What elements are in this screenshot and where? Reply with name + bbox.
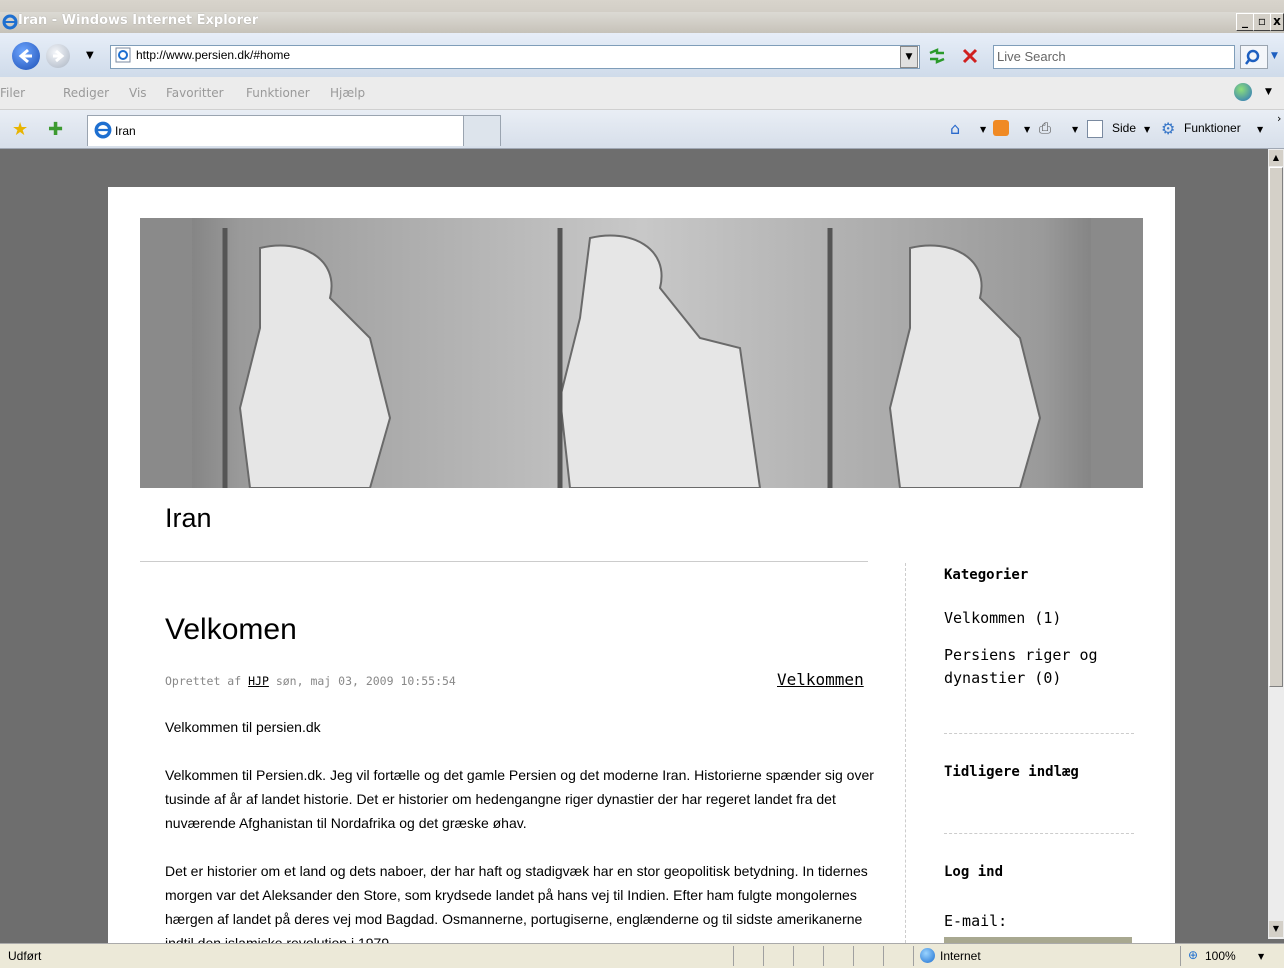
tab-ie-icon	[94, 121, 112, 143]
tab-iran[interactable]	[87, 115, 464, 146]
status-bar	[0, 943, 1284, 968]
menu-item-hjaelp[interactable]: Hjælp	[330, 86, 365, 100]
chevron-right-icon[interactable]: ›	[1277, 112, 1281, 125]
status-pane-divider	[823, 946, 824, 966]
email-label: E-mail:	[944, 912, 1008, 930]
url-text[interactable]: http://www.persien.dk/#home	[136, 48, 290, 62]
menu-item-rediger[interactable]: Rediger	[63, 86, 109, 100]
address-dropdown-icon[interactable]: ▼	[900, 46, 918, 68]
security-zone[interactable]: Internet	[940, 949, 981, 963]
menu-item-filer[interactable]: Filer	[0, 86, 25, 100]
feeds-icon[interactable]	[993, 120, 1009, 136]
add-favorite-icon[interactable]: ✚	[48, 119, 63, 140]
print-icon[interactable]: ⎙	[1039, 119, 1051, 137]
post-title[interactable]: Velkomen	[165, 613, 297, 647]
sidebar-divider	[905, 563, 906, 943]
page-menu-label[interactable]: Side	[1112, 121, 1136, 135]
history-dropdown-icon[interactable]: ▼	[86, 50, 94, 61]
status-pane-divider	[883, 946, 884, 966]
post-paragraph: Velkommen til persien.dk	[165, 719, 321, 735]
page-menu-dropdown-icon[interactable]: ▼	[1144, 125, 1150, 134]
gear-icon: ⚙	[1161, 119, 1176, 138]
search-icon	[1245, 49, 1260, 65]
addon-dropdown-icon[interactable]: ▼	[1265, 87, 1272, 97]
addon-icon[interactable]	[1234, 83, 1252, 101]
scrollbar-thumb[interactable]	[1269, 167, 1283, 687]
tools-menu-label[interactable]: Funktioner	[1184, 121, 1241, 135]
ie-logo-icon	[2, 14, 18, 34]
menu-item-funktioner[interactable]: Funktioner	[246, 86, 310, 100]
site-title[interactable]: Iran	[165, 503, 212, 534]
category-item[interactable]: Velkommen (1)	[944, 607, 1061, 630]
search-button[interactable]	[1240, 45, 1268, 69]
page-menu-icon	[1087, 120, 1103, 138]
status-text: Udført	[8, 949, 42, 963]
categories-heading: Kategorier	[944, 567, 1029, 583]
favorites-star-icon[interactable]: ★	[12, 119, 28, 140]
back-button[interactable]	[12, 42, 40, 70]
globe-icon	[920, 948, 935, 963]
category-link[interactable]: Velkommen	[777, 670, 864, 689]
post-paragraph: Velkommen til Persien.dk. Jeg vil fortæl…	[165, 767, 874, 831]
search-options-icon[interactable]: ▼	[1271, 51, 1278, 61]
status-pane-divider	[853, 946, 854, 966]
page-icon	[115, 47, 131, 67]
window-title: Iran - Windows Internet Explorer	[18, 13, 259, 28]
arrow-right-icon	[53, 49, 65, 63]
feeds-dropdown-icon[interactable]: ▼	[1024, 125, 1030, 134]
maximize-button[interactable]: ▫	[1253, 13, 1271, 31]
home-icon[interactable]: ⌂	[950, 119, 960, 138]
arrow-left-icon	[18, 48, 32, 64]
tools-dropdown-icon[interactable]: ▼	[1257, 125, 1263, 134]
status-pane-divider	[733, 946, 734, 966]
header-divider	[140, 561, 868, 562]
scroll-down-icon[interactable]: ▼	[1269, 921, 1283, 937]
tab-title: Iran	[115, 124, 136, 138]
menu-item-vis[interactable]: Vis	[129, 86, 147, 100]
post-meta: Oprettet af HJP søn, maj 03, 2009 10:55:…	[165, 674, 456, 688]
zoom-level[interactable]: 100%	[1205, 949, 1236, 963]
new-tab-button[interactable]	[463, 115, 501, 146]
search-placeholder: Live Search	[997, 49, 1066, 64]
login-heading: Log ind	[944, 864, 1004, 880]
zoom-dropdown-icon[interactable]: ▼	[1258, 952, 1264, 961]
post-paragraph: Det er historier om et land og dets nabo…	[165, 863, 868, 951]
minimize-button[interactable]: _	[1236, 13, 1254, 31]
scroll-up-icon[interactable]: ▲	[1269, 150, 1283, 166]
refresh-icon[interactable]	[925, 45, 949, 67]
stop-icon[interactable]	[958, 45, 982, 67]
post-date: søn, maj 03, 2009 10:55:54	[275, 674, 456, 688]
status-pane-divider	[763, 946, 764, 966]
category-item[interactable]: Persiens riger og dynastier (0)	[944, 644, 1119, 690]
header-banner-image	[140, 218, 1143, 488]
zoom-icon: ⊕	[1188, 948, 1199, 962]
meta-prefix: Oprettet af	[165, 674, 242, 688]
archive-heading: Tidligere indlæg	[944, 764, 1079, 780]
forward-button[interactable]	[46, 44, 70, 68]
print-dropdown-icon[interactable]: ▼	[1072, 125, 1078, 134]
status-pane-divider	[793, 946, 794, 966]
sidebar-separator	[944, 733, 1134, 734]
menu-item-favoritter[interactable]: Favoritter	[166, 86, 224, 100]
close-button[interactable]: x	[1270, 13, 1284, 31]
home-dropdown-icon[interactable]: ▼	[980, 125, 986, 134]
sidebar-separator	[944, 833, 1134, 834]
status-pane-divider	[1180, 946, 1181, 966]
author-link[interactable]: HJP	[248, 674, 269, 688]
status-pane-divider	[913, 946, 914, 966]
